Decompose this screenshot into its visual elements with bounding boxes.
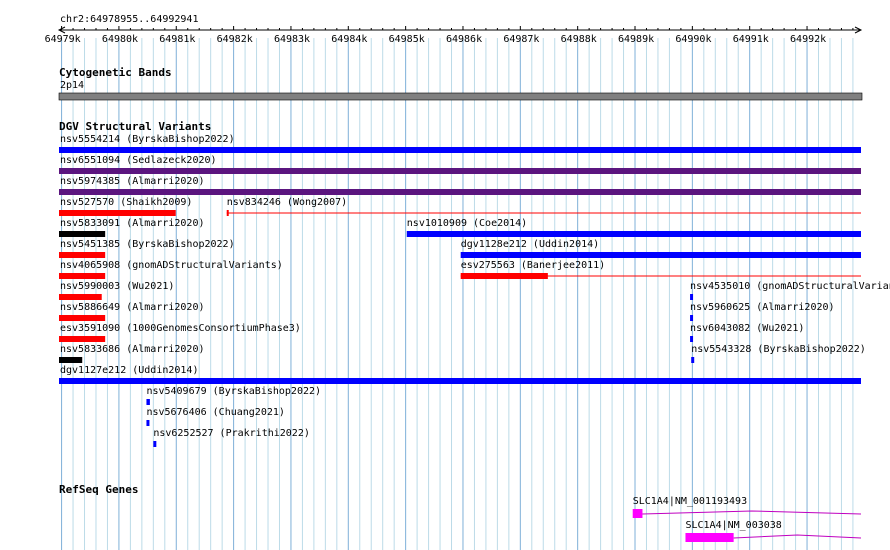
dgv-feature-bar (59, 315, 106, 321)
dgv-feature-label[interactable]: nsv527570 (Shaikh2009) (60, 197, 192, 209)
dgv-feature-bar (59, 189, 861, 195)
refseq-exon-block (632, 509, 643, 518)
refseq-intron-line (642, 510, 862, 515)
dgv-feature-bar (59, 336, 106, 342)
genome-browser-canvas[interactable] (0, 0, 890, 550)
ruler-tick-label: 64981k (159, 34, 196, 45)
dgv-feature-label[interactable]: nsv6043082 (Wu2021) (690, 323, 804, 335)
dgv-feature-bar (146, 399, 150, 405)
refseq-gene-label[interactable]: SLC1A4|NM_001193493 (633, 496, 747, 508)
dgv-feature-block (226, 210, 229, 216)
dgv-feature-label[interactable]: nsv5554214 (ByrskaBishop2022) (60, 134, 235, 146)
dgv-feature-label[interactable]: nsv5960625 (Almarri2020) (690, 302, 835, 314)
dgv-feature-label[interactable]: nsv5974385 (Almarri2020) (60, 176, 205, 188)
ruler-tick-label: 64988k (560, 34, 597, 45)
dgv-feature-bar (59, 147, 861, 153)
ruler-tick-label: 64990k (675, 34, 712, 45)
dgv-feature-bar (691, 357, 695, 363)
ruler-tick-label: 64983k (273, 34, 311, 45)
dgv-feature-label[interactable]: nsv4065908 (gnomADStructuralVariants) (60, 260, 283, 272)
dgv-feature-label[interactable]: nsv5409679 (ByrskaBishop2022) (146, 386, 321, 398)
ruler-tick-label: 64982k (216, 34, 253, 45)
dgv-feature-bar (153, 441, 157, 447)
track-title-dgv-structural-variants: DGV Structural Variants (59, 120, 212, 133)
dgv-feature-bar (59, 210, 176, 216)
dgv-feature-label[interactable]: nsv6252527 (Prakrithi2022) (153, 428, 310, 440)
dgv-feature-label[interactable]: nsv5676406 (Chuang2021) (146, 407, 284, 419)
dgv-feature-bar (59, 378, 861, 384)
dgv-feature-label[interactable]: nsv5833686 (Almarri2020) (60, 344, 205, 356)
dgv-feature-bar (690, 315, 694, 321)
refseq-exon-block (685, 533, 734, 542)
ruler-tick-label: 64986k (445, 34, 483, 45)
track-title-cytogenetic-bands: Cytogenetic Bands (59, 66, 172, 79)
cytoband-bar (58, 92, 863, 101)
dgv-feature-label[interactable]: nsv4535010 (gnomADStructuralVariants) (690, 281, 890, 293)
dgv-feature-label[interactable]: esv275563 (Banerjee2011) (461, 260, 606, 272)
dgv-feature-bar (146, 420, 150, 426)
refseq-gene-label[interactable]: SLC1A4|NM_003038 (685, 520, 781, 532)
dgv-feature-label[interactable]: dgv1127e212 (Uddin2014) (60, 365, 198, 377)
ruler-tick-label: 64992k (790, 34, 827, 45)
track-title-refseq-genes: RefSeq Genes (59, 483, 139, 496)
dgv-feature-bar (59, 294, 102, 300)
dgv-feature-label[interactable]: nsv5886649 (Almarri2020) (60, 302, 205, 314)
dgv-feature-label[interactable]: nsv5543328 (ByrskaBishop2022) (691, 344, 866, 356)
ruler-tick-label: 64980k (101, 34, 139, 45)
dgv-feature-bar (690, 294, 694, 300)
dgv-feature-bar (59, 231, 106, 237)
dgv-feature-bar (59, 252, 106, 258)
dgv-feature-label[interactable]: nsv5833091 (Almarri2020) (60, 218, 205, 230)
ruler-tick-label: 64989k (618, 34, 655, 45)
dgv-feature-bar (59, 168, 861, 174)
dgv-feature-bar (406, 231, 861, 237)
dgv-feature-bar (690, 336, 694, 342)
dgv-feature-bar (460, 252, 861, 258)
dgv-feature-label[interactable]: nsv5990003 (Wu2021) (60, 281, 174, 293)
dgv-feature-label[interactable]: nsv5451385 (ByrskaBishop2022) (60, 239, 235, 251)
ruler-tick-label: 64987k (503, 34, 540, 45)
dgv-feature-label[interactable]: nsv834246 (Wong2007) (227, 197, 347, 209)
dgv-feature-label[interactable]: dgv1128e212 (Uddin2014) (461, 239, 599, 251)
ruler-tick-label: 64985k (388, 34, 425, 45)
ruler-tick-label: 64991k (732, 34, 769, 45)
ruler-tick-label: 64979k (44, 34, 81, 45)
dgv-feature-label[interactable]: nsv6551094 (Sedlazeck2020) (60, 155, 217, 167)
ruler-tick-label: 64984k (331, 34, 368, 45)
dgv-feature-bar (59, 357, 83, 363)
dgv-feature-block (460, 273, 548, 279)
cytoband-label: 2p14 (60, 80, 85, 91)
dgv-feature-label[interactable]: esv3591090 (1000GenomesConsortiumPhase3) (60, 323, 301, 335)
dgv-feature-bar (59, 273, 106, 279)
dgv-feature-label[interactable]: nsv1010909 (Coe2014) (407, 218, 527, 230)
region-label: chr2:64978955..64992941 (60, 14, 199, 25)
